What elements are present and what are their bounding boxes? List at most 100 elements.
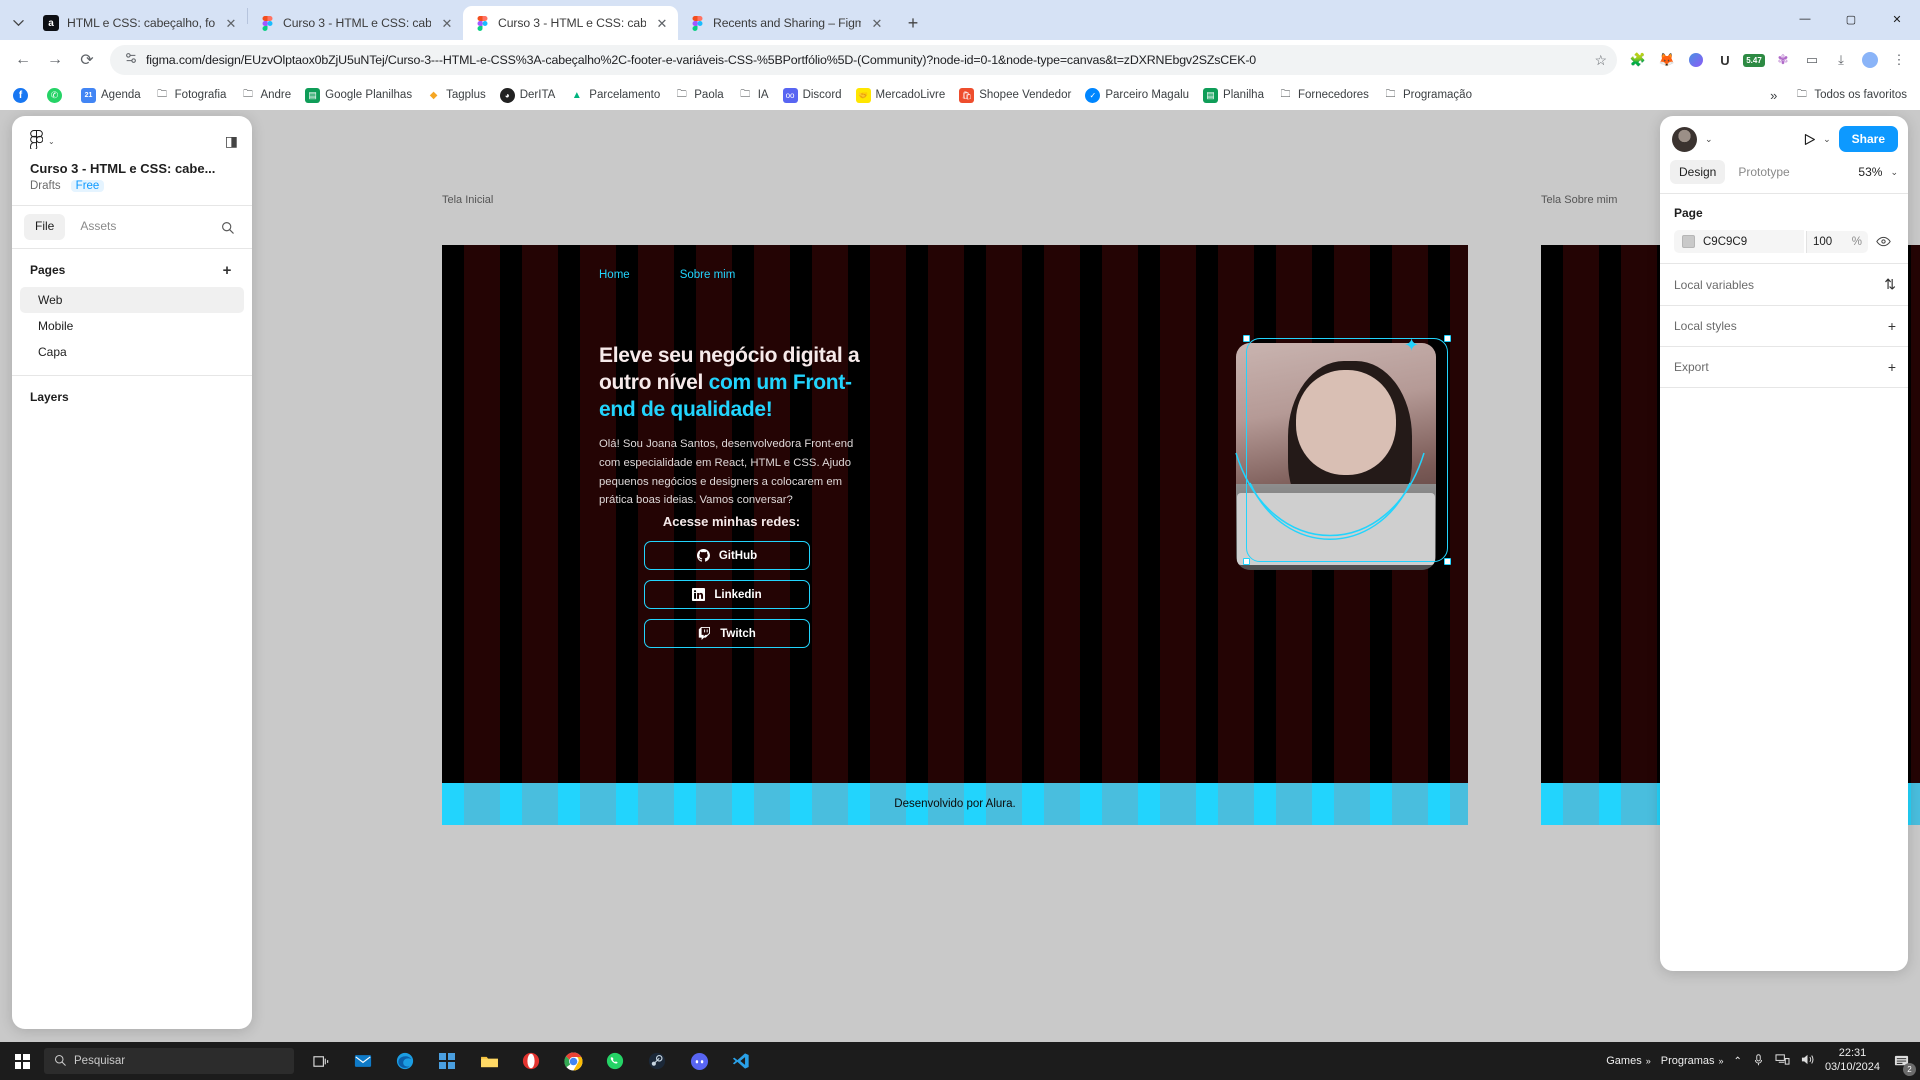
twitch-button[interactable]: Twitch bbox=[644, 619, 810, 648]
selection-handle[interactable] bbox=[1444, 335, 1451, 342]
vscode-icon[interactable] bbox=[722, 1044, 760, 1078]
export-row[interactable]: Export + bbox=[1660, 347, 1908, 388]
blue-ext-icon[interactable] bbox=[1683, 47, 1709, 73]
taskview-icon[interactable] bbox=[302, 1044, 340, 1078]
figma-canvas[interactable]: Tela Inicial Home Sobre mim Eleve seu ne… bbox=[0, 110, 1920, 1060]
discord-icon[interactable] bbox=[680, 1044, 718, 1078]
add-page-button[interactable]: + bbox=[216, 259, 238, 281]
close-icon[interactable]: ✕ bbox=[869, 15, 885, 31]
design-frame-tela-inicial[interactable]: Home Sobre mim Eleve seu negócio digital… bbox=[442, 245, 1468, 825]
panel-toggle-icon[interactable]: ◨ bbox=[225, 133, 238, 150]
star-icon[interactable]: ☆ bbox=[1594, 52, 1607, 69]
download-icon[interactable]: ⤓ bbox=[1828, 47, 1854, 73]
bookmark-item[interactable]: 🗀 IA bbox=[731, 85, 776, 106]
color-swatch[interactable] bbox=[1682, 235, 1695, 248]
present-button[interactable]: ⌄ bbox=[1803, 133, 1831, 146]
close-icon[interactable]: ✕ bbox=[223, 15, 239, 31]
sliders-icon[interactable]: ⇅ bbox=[1884, 276, 1896, 293]
bookmark-item[interactable]: 🗀 Fornecedores bbox=[1271, 85, 1376, 106]
bookmark-item[interactable]: ◆ Tagplus bbox=[419, 85, 493, 106]
reload-button[interactable]: ⟳ bbox=[72, 45, 102, 75]
menu-icon[interactable]: ⋮ bbox=[1886, 47, 1912, 73]
file-location[interactable]: Drafts bbox=[30, 180, 61, 192]
close-icon[interactable]: ✕ bbox=[439, 15, 455, 31]
search-icon[interactable] bbox=[214, 214, 240, 240]
chrome-icon[interactable] bbox=[554, 1044, 592, 1078]
volume-icon[interactable] bbox=[1800, 1053, 1815, 1069]
bookmark-item[interactable]: 21 Agenda bbox=[74, 85, 148, 106]
avatar[interactable] bbox=[1672, 126, 1697, 152]
address-bar[interactable]: figma.com/design/EUzvOlptaox0bZjU5uNTej/… bbox=[110, 45, 1617, 75]
browser-tab[interactable]: Curso 3 - HTML e CSS: cabeçalh ✕ bbox=[248, 6, 463, 40]
site-settings-icon[interactable] bbox=[124, 51, 138, 70]
bookmark-item[interactable]: ▤ Google Planilhas bbox=[298, 85, 419, 106]
tray-group-programas[interactable]: Programas » bbox=[1661, 1055, 1724, 1067]
tray-group-games[interactable]: Games » bbox=[1606, 1055, 1650, 1067]
chevron-down-icon[interactable]: ⌄ bbox=[1823, 134, 1831, 145]
minimize-button[interactable]: — bbox=[1782, 0, 1828, 38]
tab-design[interactable]: Design bbox=[1670, 160, 1726, 184]
bookmark-item[interactable]: f bbox=[6, 85, 40, 106]
bookmark-item[interactable]: 🛍 Shopee Vendedor bbox=[952, 85, 1078, 106]
bookmark-item[interactable]: ✆ bbox=[40, 85, 74, 106]
flower-ext-icon[interactable]: ✾ bbox=[1770, 47, 1796, 73]
bookmark-item[interactable]: 🗀 Andre bbox=[233, 85, 298, 106]
plus-icon[interactable]: + bbox=[1888, 359, 1896, 375]
page-item-capa[interactable]: Capa bbox=[20, 339, 244, 365]
page-opacity-field[interactable]: 100 % bbox=[1806, 230, 1868, 253]
tab-search-button[interactable] bbox=[4, 6, 32, 38]
orange-ext-icon[interactable]: 🦊 bbox=[1654, 47, 1680, 73]
nav-link-home[interactable]: Home bbox=[599, 269, 630, 281]
mail-icon[interactable] bbox=[344, 1044, 382, 1078]
page-color-field[interactable]: C9C9C9 bbox=[1674, 230, 1804, 253]
plus-icon[interactable]: + bbox=[1888, 318, 1896, 334]
browser-tab[interactable]: Recents and Sharing – Figma ✕ bbox=[678, 6, 893, 40]
chevron-up-icon[interactable]: ⌃ bbox=[1734, 1056, 1742, 1067]
plan-badge[interactable]: Free bbox=[70, 180, 105, 192]
bookmark-item[interactable]: 🤝 MercadoLivre bbox=[849, 85, 953, 106]
frame-label[interactable]: Tela Sobre mim bbox=[1541, 194, 1617, 206]
tab-assets[interactable]: Assets bbox=[69, 214, 127, 240]
bookmark-item[interactable]: 🗀 Paola bbox=[667, 85, 730, 106]
browser-tab[interactable]: a HTML e CSS: cabeçalho, footer ✕ bbox=[32, 6, 247, 40]
puzzle-icon[interactable]: 🧩 bbox=[1625, 47, 1651, 73]
frame-label[interactable]: Tela Inicial bbox=[442, 194, 493, 206]
local-variables-row[interactable]: Local variables ⇅ bbox=[1660, 264, 1908, 306]
chevron-down-icon[interactable]: ⌄ bbox=[1705, 134, 1713, 145]
all-bookmarks-button[interactable]: 🗀 Todos os favoritos bbox=[1787, 85, 1914, 106]
selection-handle[interactable] bbox=[1444, 558, 1451, 565]
eye-icon[interactable] bbox=[1870, 234, 1896, 249]
tab-file[interactable]: File bbox=[24, 214, 66, 240]
tab-prototype[interactable]: Prototype bbox=[1729, 160, 1798, 184]
bookmark-item[interactable]: 🗀 Fotografia bbox=[148, 85, 234, 106]
search-input[interactable]: Pesquisar bbox=[44, 1048, 294, 1074]
new-tab-button[interactable]: + bbox=[899, 9, 927, 37]
store-icon[interactable] bbox=[428, 1044, 466, 1078]
share-button[interactable]: Share bbox=[1838, 126, 1898, 152]
folder-icon[interactable] bbox=[470, 1044, 508, 1078]
bookmarks-overflow-button[interactable]: » bbox=[1764, 86, 1783, 105]
edge-icon[interactable] bbox=[386, 1044, 424, 1078]
browser-tab-active[interactable]: Curso 3 - HTML e CSS: cabeçalh ✕ bbox=[463, 6, 678, 40]
local-styles-row[interactable]: Local styles + bbox=[1660, 306, 1908, 347]
steam-icon[interactable] bbox=[638, 1044, 676, 1078]
page-item-web[interactable]: Web bbox=[20, 287, 244, 313]
clock[interactable]: 22:31 03/10/2024 bbox=[1825, 1047, 1880, 1075]
linkedin-button[interactable]: Linkedin bbox=[644, 580, 810, 609]
file-name[interactable]: Curso 3 - HTML e CSS: cabe... bbox=[12, 152, 252, 176]
page-item-mobile[interactable]: Mobile bbox=[20, 313, 244, 339]
bookmark-item[interactable]: ▲ Parcelamento bbox=[562, 85, 667, 106]
u-ext-icon[interactable]: U bbox=[1712, 47, 1738, 73]
chevron-down-icon[interactable]: ⌄ bbox=[1890, 167, 1898, 178]
bookmark-item[interactable]: ✓ Parceiro Magalu bbox=[1078, 85, 1196, 106]
network-icon[interactable] bbox=[1775, 1053, 1790, 1069]
close-window-button[interactable]: ✕ bbox=[1874, 0, 1920, 38]
microphone-icon[interactable] bbox=[1752, 1053, 1765, 1070]
maximize-button[interactable]: ▢ bbox=[1828, 0, 1874, 38]
github-button[interactable]: GitHub bbox=[644, 541, 810, 570]
forward-button[interactable]: → bbox=[40, 45, 70, 75]
whatsapp-icon[interactable] bbox=[596, 1044, 634, 1078]
bookmark-item[interactable]: 🗀 Programação bbox=[1376, 85, 1479, 106]
figma-menu-button[interactable]: ⌄ bbox=[29, 130, 55, 152]
profile-icon[interactable] bbox=[1857, 47, 1883, 73]
